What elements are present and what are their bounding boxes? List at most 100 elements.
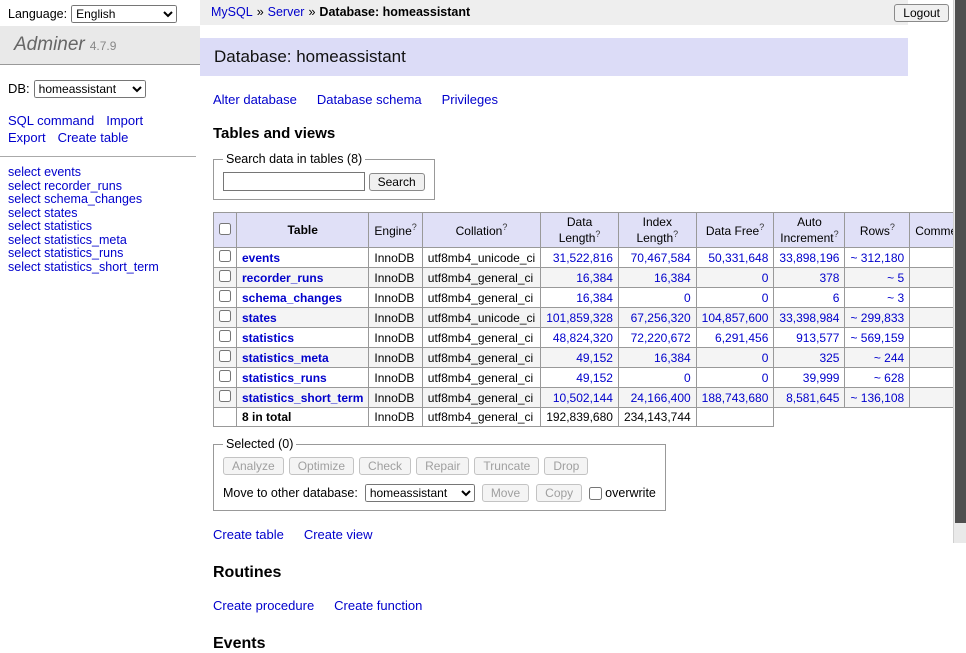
move-button[interactable]: Move [482, 484, 529, 502]
table-link-statistics[interactable]: statistics [242, 331, 294, 345]
data-free-link-statistics-runs[interactable]: 0 [762, 371, 769, 385]
rows-link-recorder-runs[interactable]: ~ 5 [887, 271, 904, 285]
sidebar-action-create-table[interactable]: Create table [58, 130, 129, 145]
table-link-schema-changes[interactable]: schema_changes [242, 291, 342, 305]
row-checkbox-events[interactable] [219, 250, 231, 262]
index-length-link-schema-changes[interactable]: 0 [684, 291, 691, 305]
auto-increment-link-events[interactable]: 33,898,196 [779, 251, 839, 265]
db-select[interactable]: homeassistant [34, 80, 146, 98]
data-free-link-statistics[interactable]: 6,291,456 [715, 331, 768, 345]
data-length-link-events[interactable]: 31,522,816 [553, 251, 613, 265]
data-free-link-schema-changes[interactable]: 0 [762, 291, 769, 305]
database-schema-link[interactable]: Database schema [317, 92, 422, 107]
row-checkbox-statistics-meta[interactable] [219, 350, 231, 362]
adminer-brand-link[interactable]: Adminer [14, 34, 85, 55]
data-length-link-recorder-runs[interactable]: 16,384 [576, 271, 613, 285]
auto-increment-link-statistics[interactable]: 913,577 [796, 331, 839, 345]
search-button[interactable]: Search [369, 173, 425, 191]
index-length-link-statistics[interactable]: 72,220,672 [631, 331, 691, 345]
table-link-events[interactable]: events [242, 251, 280, 265]
auto-increment-link-states[interactable]: 33,398,984 [779, 311, 839, 325]
index-length-link-statistics-meta[interactable]: 16,384 [654, 351, 691, 365]
sidebar-select-states[interactable]: select states [8, 207, 192, 221]
row-checkbox-schema-changes[interactable] [219, 290, 231, 302]
truncate-button[interactable]: Truncate [474, 457, 539, 475]
help-icon[interactable]: ? [890, 222, 895, 232]
create-view-link[interactable]: Create view [304, 527, 373, 542]
rows-link-statistics-short-term[interactable]: ~ 136,108 [850, 391, 904, 405]
drop-button[interactable]: Drop [544, 457, 588, 475]
table-link-recorder-runs[interactable]: recorder_runs [242, 271, 323, 285]
sidebar-select-statistics[interactable]: select statistics [8, 220, 192, 234]
data-length-link-statistics[interactable]: 48,824,320 [553, 331, 613, 345]
auto-increment-link-statistics-short-term[interactable]: 8,581,645 [786, 391, 839, 405]
help-icon[interactable]: ? [759, 222, 764, 232]
create-procedure-link[interactable]: Create procedure [213, 598, 314, 613]
row-checkbox-recorder-runs[interactable] [219, 270, 231, 282]
sidebar-action-import[interactable]: Import [106, 113, 143, 128]
select-all-checkbox[interactable] [219, 223, 231, 235]
rows-link-schema-changes[interactable]: ~ 3 [887, 291, 904, 305]
analyze-button[interactable]: Analyze [223, 457, 284, 475]
language-select[interactable]: English [71, 5, 177, 23]
copy-button[interactable]: Copy [536, 484, 582, 502]
data-free-link-statistics-short-term[interactable]: 188,743,680 [702, 391, 769, 405]
auto-increment-link-statistics-meta[interactable]: 325 [819, 351, 839, 365]
index-length-link-statistics-short-term[interactable]: 24,166,400 [631, 391, 691, 405]
data-free-link-statistics-meta[interactable]: 0 [762, 351, 769, 365]
row-checkbox-statistics[interactable] [219, 330, 231, 342]
rows-link-events[interactable]: ~ 312,180 [850, 251, 904, 265]
data-free-link-events[interactable]: 50,331,648 [708, 251, 768, 265]
data-length-link-statistics-short-term[interactable]: 10,502,144 [553, 391, 613, 405]
search-input[interactable] [223, 172, 365, 191]
sidebar-select-statistics-short-term[interactable]: select statistics_short_term [8, 261, 192, 275]
rows-link-statistics[interactable]: ~ 569,159 [850, 331, 904, 345]
auto-increment-link-recorder-runs[interactable]: 378 [819, 271, 839, 285]
data-free-link-recorder-runs[interactable]: 0 [762, 271, 769, 285]
create-function-link[interactable]: Create function [334, 598, 422, 613]
repair-button[interactable]: Repair [416, 457, 469, 475]
index-length-link-events[interactable]: 70,467,584 [631, 251, 691, 265]
index-length-link-statistics-runs[interactable]: 0 [684, 371, 691, 385]
move-db-select[interactable]: homeassistant [365, 484, 475, 502]
sidebar-select-statistics-runs[interactable]: select statistics_runs [8, 247, 192, 261]
data-length-link-states[interactable]: 101,859,328 [546, 311, 613, 325]
overwrite-checkbox[interactable] [589, 487, 602, 500]
create-table-link[interactable]: Create table [213, 527, 284, 542]
rows-link-states[interactable]: ~ 299,833 [850, 311, 904, 325]
data-length-link-statistics-meta[interactable]: 49,152 [576, 351, 613, 365]
data-length-link-schema-changes[interactable]: 16,384 [576, 291, 613, 305]
data-free-link-states[interactable]: 104,857,600 [702, 311, 769, 325]
table-link-statistics-short-term[interactable]: statistics_short_term [242, 391, 363, 405]
breadcrumb-link-server[interactable]: Server [268, 5, 305, 19]
table-link-statistics-runs[interactable]: statistics_runs [242, 371, 327, 385]
row-checkbox-states[interactable] [219, 310, 231, 322]
row-checkbox-statistics-runs[interactable] [219, 370, 231, 382]
sidebar-select-schema-changes[interactable]: select schema_changes [8, 193, 192, 207]
help-icon[interactable]: ? [834, 229, 839, 239]
sidebar-action-sql-command[interactable]: SQL command [8, 113, 94, 128]
sidebar-select-events[interactable]: select events [8, 166, 192, 180]
sidebar-action-export[interactable]: Export [8, 130, 46, 145]
scrollbar-thumb[interactable] [955, 0, 966, 523]
help-icon[interactable]: ? [595, 229, 600, 239]
scrollbar[interactable] [953, 0, 966, 543]
index-length-link-states[interactable]: 67,256,320 [631, 311, 691, 325]
rows-link-statistics-runs[interactable]: ~ 628 [874, 371, 904, 385]
alter-database-link[interactable]: Alter database [213, 92, 297, 107]
sidebar-select-statistics-meta[interactable]: select statistics_meta [8, 234, 192, 248]
check-button[interactable]: Check [359, 457, 411, 475]
auto-increment-link-schema-changes[interactable]: 6 [833, 291, 840, 305]
help-icon[interactable]: ? [502, 222, 507, 232]
table-link-states[interactable]: states [242, 311, 277, 325]
row-checkbox-statistics-short-term[interactable] [219, 390, 231, 402]
index-length-link-recorder-runs[interactable]: 16,384 [654, 271, 691, 285]
rows-link-statistics-meta[interactable]: ~ 244 [874, 351, 904, 365]
help-icon[interactable]: ? [673, 229, 678, 239]
breadcrumb-link-mysql[interactable]: MySQL [211, 5, 253, 19]
data-length-link-statistics-runs[interactable]: 49,152 [576, 371, 613, 385]
help-icon[interactable]: ? [412, 222, 417, 232]
sidebar-select-recorder-runs[interactable]: select recorder_runs [8, 180, 192, 194]
optimize-button[interactable]: Optimize [289, 457, 354, 475]
privileges-link[interactable]: Privileges [442, 92, 498, 107]
